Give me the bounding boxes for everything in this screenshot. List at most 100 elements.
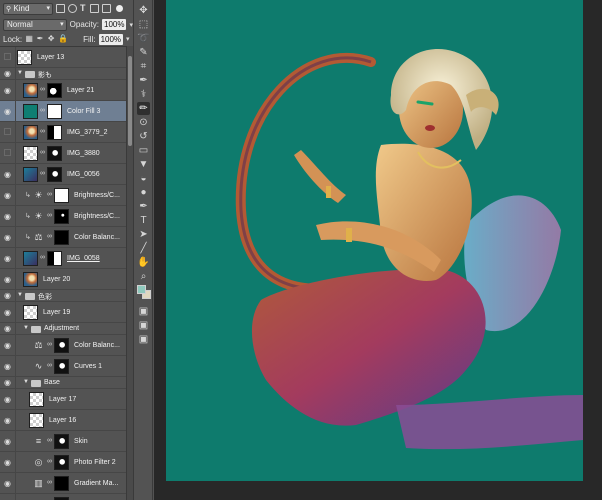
visibility-eye-icon[interactable]: ◉ [3,341,12,350]
lock-image-icon[interactable]: ✒ [36,35,44,43]
layer-thumbnail[interactable] [29,392,44,407]
lock-transparency-icon[interactable]: ▦ [25,35,33,43]
layer-row[interactable]: ∞ IMG_3880 [0,143,126,164]
lock-position-icon[interactable]: ✥ [47,35,55,43]
layer-thumbnail[interactable] [23,167,38,182]
dodge-tool-icon[interactable]: ● [137,186,150,199]
layer-thumbnail[interactable] [23,251,38,266]
opacity-field[interactable]: 100% [102,19,127,30]
layer-row[interactable]: ◉◎∞Photo Filter 1 [0,494,126,500]
line-tool-icon[interactable]: ╱ [137,242,150,255]
visibility-eye-icon[interactable] [4,53,11,60]
layer-row[interactable]: ◉ ◎ ∞ Photo Filter 2 [0,452,126,473]
filter-toggle-icon[interactable] [116,5,123,12]
visibility-eye-icon[interactable]: ◉ [3,275,12,284]
layer-row[interactable]: ◉ Layer 16 [0,410,126,431]
blur-tool-icon[interactable]: ◒ [137,172,150,185]
marquee-tool-icon[interactable]: ⬚ [137,18,150,31]
link-icon[interactable]: ∞ [40,254,45,261]
layer-thumbnail[interactable] [23,125,38,140]
fill-field[interactable]: 100% [98,33,124,45]
layer-row[interactable]: Layer 13 [0,47,126,68]
lock-all-icon[interactable]: 🔒 [58,35,68,43]
layer-row[interactable]: ◉ ⚖ ∞ Color Balanc... [0,335,126,356]
layer-thumbnail[interactable] [23,146,38,161]
lasso-tool-icon[interactable]: ➰ [137,32,150,45]
link-icon[interactable]: ∞ [40,149,45,156]
visibility-eye-icon[interactable]: ◉ [3,324,12,333]
adjustment-filter-icon[interactable] [68,4,77,13]
layer-group-row[interactable]: ◉ ▼ Adjustment [0,323,126,335]
visibility-eye-icon[interactable]: ◉ [3,254,12,263]
eraser-tool-icon[interactable]: ▭ [137,144,150,157]
layer-mask-thumbnail[interactable] [47,146,62,161]
scrollbar-thumb[interactable] [128,56,132,146]
layer-mask-thumbnail[interactable] [54,230,69,245]
visibility-eye-icon[interactable]: ◉ [3,395,12,404]
visibility-eye-icon[interactable]: ◉ [3,86,12,95]
layer-row[interactable]: ◉ ∞ Color Fill 3 [0,101,126,122]
layer-row[interactable]: ◉ ↳ ☀ ∞ Brightness/C... [0,185,126,206]
layer-row[interactable]: ◉ Layer 19 [0,302,126,323]
blend-mode-select[interactable]: Normal ▾ [3,18,67,31]
filter-kind-select[interactable]: ⚲ Kind ▾ [3,2,53,15]
fill-dropdown-icon[interactable]: ▾ [126,35,130,43]
quick-mask-icon[interactable]: ▣ [137,305,150,318]
layer-thumbnail[interactable] [17,50,32,65]
layer-row[interactable]: ◉ ▥ ∞ Gradient Ma... [0,473,126,494]
layer-row[interactable]: ◉ Layer 20 [0,269,126,290]
layer-mask-thumbnail[interactable] [54,188,69,203]
group-expand-icon[interactable]: ▼ [23,379,29,385]
link-icon[interactable]: ∞ [47,233,52,240]
link-icon[interactable]: ∞ [47,479,52,486]
visibility-eye-icon[interactable]: ◉ [3,69,12,78]
shape-filter-icon[interactable] [90,4,99,13]
eyedropper-tool-icon[interactable]: ✒ [137,74,150,87]
link-icon[interactable]: ∞ [40,128,45,135]
crop-tool-icon[interactable]: ⌗ [137,60,150,73]
link-icon[interactable]: ∞ [40,170,45,177]
layer-thumbnail[interactable] [23,305,38,320]
layer-row[interactable]: ◉ ∞ Layer 21 [0,80,126,101]
layer-row[interactable]: ∞ IMG_3779_2 [0,122,126,143]
layers-scrollbar[interactable] [126,46,133,500]
pixel-filter-icon[interactable] [56,4,65,13]
layer-row[interactable]: ◉ ↳ ⚖ ∞ Color Balanc... [0,227,126,248]
hand-tool-icon[interactable]: ✋ [137,256,150,269]
visibility-eye-icon[interactable] [4,128,11,135]
layer-row[interactable]: ◉ ∿ ∞ Curves 1 [0,356,126,377]
group-expand-icon[interactable]: ▼ [17,292,23,298]
type-tool-icon[interactable]: T [137,214,150,227]
healing-tool-icon[interactable]: ⚕ [137,88,150,101]
link-icon[interactable]: ∞ [40,107,45,114]
layer-group-row[interactable]: ◉ ▼ Base [0,377,126,389]
layer-thumbnail[interactable] [29,413,44,428]
path-select-tool-icon[interactable]: ➤ [137,228,150,241]
visibility-eye-icon[interactable] [4,149,11,156]
layer-thumbnail[interactable] [23,83,38,98]
extra-tool-icon[interactable]: ▣ [137,333,150,346]
link-icon[interactable]: ∞ [47,458,52,465]
layer-mask-thumbnail[interactable] [47,83,62,98]
visibility-eye-icon[interactable]: ◉ [3,308,12,317]
visibility-eye-icon[interactable]: ◉ [3,107,12,116]
type-filter-icon[interactable]: T [80,4,87,13]
visibility-eye-icon[interactable]: ◉ [3,378,12,387]
canvas-area[interactable] [154,0,602,500]
visibility-eye-icon[interactable]: ◉ [3,170,12,179]
history-brush-tool-icon[interactable]: ↺ [137,130,150,143]
zoom-tool-icon[interactable]: ⌕ [137,270,150,283]
group-expand-icon[interactable]: ▼ [17,70,23,76]
smart-object-filter-icon[interactable] [102,4,111,13]
layer-row[interactable]: ◉ ∞ IMG_0058 [0,248,126,269]
layer-thumbnail[interactable] [23,272,38,287]
brush-tool-icon[interactable]: ✏ [137,102,150,115]
layer-mask-thumbnail[interactable] [54,209,69,224]
link-icon[interactable]: ∞ [47,437,52,444]
group-expand-icon[interactable]: ▼ [23,325,29,331]
screen-mode-icon[interactable]: ▣ [137,319,150,332]
layer-row[interactable]: ◉ ≡ ∞ Skin [0,431,126,452]
visibility-eye-icon[interactable]: ◉ [3,479,12,488]
layer-row[interactable]: ◉ ↳ ☀ ∞ Brightness/C... [0,206,126,227]
visibility-eye-icon[interactable]: ◉ [3,233,12,242]
